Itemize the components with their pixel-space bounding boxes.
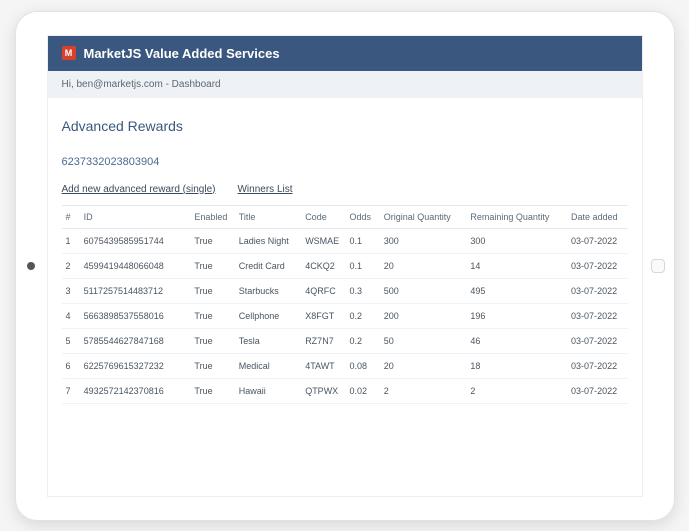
cell-title: Ladies Night <box>235 228 301 253</box>
table-row[interactable]: 55785544627847168TrueTeslaRZ7N70.2504603… <box>62 328 628 353</box>
cell-id: 4599419448066048 <box>80 253 191 278</box>
cell-date-added: 03-07-2022 <box>567 253 627 278</box>
app-logo-icon: M <box>62 46 76 60</box>
cell-title: Medical <box>235 353 301 378</box>
col-header-num: # <box>62 205 80 228</box>
page-title: Advanced Rewards <box>62 118 628 134</box>
cell-odds: 0.2 <box>346 328 380 353</box>
cell-id: 5663898537558016 <box>80 303 191 328</box>
cell-original-qty: 20 <box>380 353 467 378</box>
cell-code: X8FGT <box>301 303 345 328</box>
cell-date-added: 03-07-2022 <box>567 378 627 403</box>
cell-title: Cellphone <box>235 303 301 328</box>
add-new-reward-link[interactable]: Add new advanced reward (single) <box>62 184 216 195</box>
cell-enabled: True <box>190 328 234 353</box>
main-content: Advanced Rewards 6237332023803904 Add ne… <box>48 98 642 496</box>
cell-num: 2 <box>62 253 80 278</box>
cell-code: WSMAE <box>301 228 345 253</box>
cell-id: 4932572142370816 <box>80 378 191 403</box>
table-row[interactable]: 66225769615327232TrueMedical4TAWT0.08201… <box>62 353 628 378</box>
cell-enabled: True <box>190 253 234 278</box>
cell-remaining-qty: 46 <box>466 328 567 353</box>
cell-original-qty: 300 <box>380 228 467 253</box>
cell-code: 4CKQ2 <box>301 253 345 278</box>
col-header-title: Title <box>235 205 301 228</box>
tablet-device-frame: M MarketJS Value Added Services Hi, ben@… <box>15 11 675 521</box>
cell-num: 3 <box>62 278 80 303</box>
cell-original-qty: 500 <box>380 278 467 303</box>
cell-title: Hawaii <box>235 378 301 403</box>
cell-remaining-qty: 14 <box>466 253 567 278</box>
table-row[interactable]: 24599419448066048TrueCredit Card4CKQ20.1… <box>62 253 628 278</box>
app-screen: M MarketJS Value Added Services Hi, ben@… <box>47 35 643 497</box>
cell-num: 7 <box>62 378 80 403</box>
cell-remaining-qty: 2 <box>466 378 567 403</box>
cell-code: 4QRFC <box>301 278 345 303</box>
cell-date-added: 03-07-2022 <box>567 303 627 328</box>
col-header-original-qty: Original Quantity <box>380 205 467 228</box>
record-id: 6237332023803904 <box>62 156 628 168</box>
cell-code: RZ7N7 <box>301 328 345 353</box>
action-links: Add new advanced reward (single) Winners… <box>62 184 628 195</box>
app-title: MarketJS Value Added Services <box>84 46 280 61</box>
camera-dot <box>27 262 35 270</box>
col-header-odds: Odds <box>346 205 380 228</box>
col-header-enabled: Enabled <box>190 205 234 228</box>
col-header-date-added: Date added <box>567 205 627 228</box>
cell-code: 4TAWT <box>301 353 345 378</box>
cell-enabled: True <box>190 278 234 303</box>
cell-original-qty: 200 <box>380 303 467 328</box>
cell-original-qty: 2 <box>380 378 467 403</box>
cell-title: Tesla <box>235 328 301 353</box>
cell-enabled: True <box>190 353 234 378</box>
cell-odds: 0.1 <box>346 253 380 278</box>
cell-odds: 0.08 <box>346 353 380 378</box>
cell-id: 6075439585951744 <box>80 228 191 253</box>
cell-num: 5 <box>62 328 80 353</box>
col-header-code: Code <box>301 205 345 228</box>
table-row[interactable]: 45663898537558016TrueCellphoneX8FGT0.220… <box>62 303 628 328</box>
table-header-row: # ID Enabled Title Code Odds Original Qu… <box>62 205 628 228</box>
table-row[interactable]: 74932572142370816TrueHawaiiQTPWX0.022203… <box>62 378 628 403</box>
cell-odds: 0.1 <box>346 228 380 253</box>
cell-odds: 0.3 <box>346 278 380 303</box>
cell-id: 5117257514483712 <box>80 278 191 303</box>
cell-odds: 0.2 <box>346 303 380 328</box>
winners-list-link[interactable]: Winners List <box>237 184 292 195</box>
cell-num: 6 <box>62 353 80 378</box>
cell-id: 5785544627847168 <box>80 328 191 353</box>
cell-code: QTPWX <box>301 378 345 403</box>
app-header: M MarketJS Value Added Services <box>48 36 642 71</box>
cell-num: 1 <box>62 228 80 253</box>
table-row[interactable]: 35117257514483712TrueStarbucks4QRFC0.350… <box>62 278 628 303</box>
cell-date-added: 03-07-2022 <box>567 278 627 303</box>
col-header-remaining-qty: Remaining Quantity <box>466 205 567 228</box>
cell-remaining-qty: 18 <box>466 353 567 378</box>
cell-id: 6225769615327232 <box>80 353 191 378</box>
cell-original-qty: 50 <box>380 328 467 353</box>
cell-remaining-qty: 495 <box>466 278 567 303</box>
cell-title: Credit Card <box>235 253 301 278</box>
cell-enabled: True <box>190 303 234 328</box>
cell-enabled: True <box>190 378 234 403</box>
cell-remaining-qty: 300 <box>466 228 567 253</box>
rewards-table: # ID Enabled Title Code Odds Original Qu… <box>62 205 628 404</box>
cell-odds: 0.02 <box>346 378 380 403</box>
cell-title: Starbucks <box>235 278 301 303</box>
cell-enabled: True <box>190 228 234 253</box>
cell-remaining-qty: 196 <box>466 303 567 328</box>
table-row[interactable]: 16075439585951744TrueLadies NightWSMAE0.… <box>62 228 628 253</box>
sub-header-greeting: Hi, ben@marketjs.com - Dashboard <box>48 71 642 98</box>
cell-date-added: 03-07-2022 <box>567 328 627 353</box>
cell-original-qty: 20 <box>380 253 467 278</box>
home-button[interactable] <box>651 259 665 273</box>
cell-date-added: 03-07-2022 <box>567 228 627 253</box>
col-header-id: ID <box>80 205 191 228</box>
cell-num: 4 <box>62 303 80 328</box>
cell-date-added: 03-07-2022 <box>567 353 627 378</box>
